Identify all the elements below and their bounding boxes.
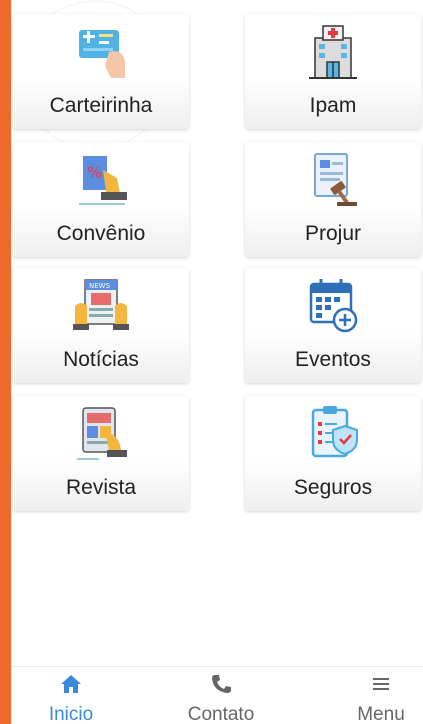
menu-card-label: Carteirinha (49, 94, 153, 117)
menu-card-convenio[interactable]: % Convênio (13, 142, 189, 257)
menu-card-projur[interactable]: Projur (245, 142, 421, 257)
svg-text:NEWS: NEWS (89, 282, 111, 290)
svg-text:%: % (87, 163, 102, 182)
tab-label: Menu (357, 704, 405, 724)
menu-card-label: Revista (65, 476, 137, 499)
menu-card-seguros[interactable]: Seguros (245, 396, 421, 511)
home-icon (60, 674, 82, 694)
newspaper-icon: NEWS (69, 276, 133, 336)
hamburger-menu-icon (370, 674, 392, 694)
menu-card-label: Convênio (56, 222, 146, 245)
calendar-add-icon (301, 276, 365, 336)
menu-card-revista[interactable]: Revista (13, 396, 189, 511)
id-card-icon (69, 22, 133, 82)
accent-sidebar-bar (0, 0, 11, 724)
magazine-tablet-icon (69, 404, 133, 464)
menu-card-carteirinha[interactable]: Carteirinha (13, 14, 189, 129)
tab-label: Contato (187, 704, 255, 724)
menu-card-eventos[interactable]: Eventos (245, 268, 421, 383)
menu-card-label: Projur (304, 222, 362, 245)
bottom-tab-bar: Inicio Contato Menu (11, 666, 423, 724)
menu-card-label: Eventos (295, 348, 371, 371)
tab-label: Inicio (48, 704, 94, 724)
insurance-clipboard-shield-icon (301, 404, 365, 464)
menu-card-ipam[interactable]: Ipam (245, 14, 421, 129)
tab-inicio[interactable]: Inicio (11, 667, 131, 724)
menu-card-label: Notícias (63, 348, 139, 371)
tab-contato[interactable]: Contato (161, 667, 281, 724)
discount-voucher-icon: % (69, 150, 133, 210)
menu-card-noticias[interactable]: NEWS Notícias (13, 268, 189, 383)
menu-card-label: Ipam (309, 94, 357, 117)
phone-icon (210, 674, 232, 694)
tab-menu[interactable]: Menu (321, 667, 423, 724)
menu-card-label: Seguros (293, 476, 373, 499)
legal-document-gavel-icon (301, 150, 365, 210)
hospital-building-icon (301, 22, 365, 82)
